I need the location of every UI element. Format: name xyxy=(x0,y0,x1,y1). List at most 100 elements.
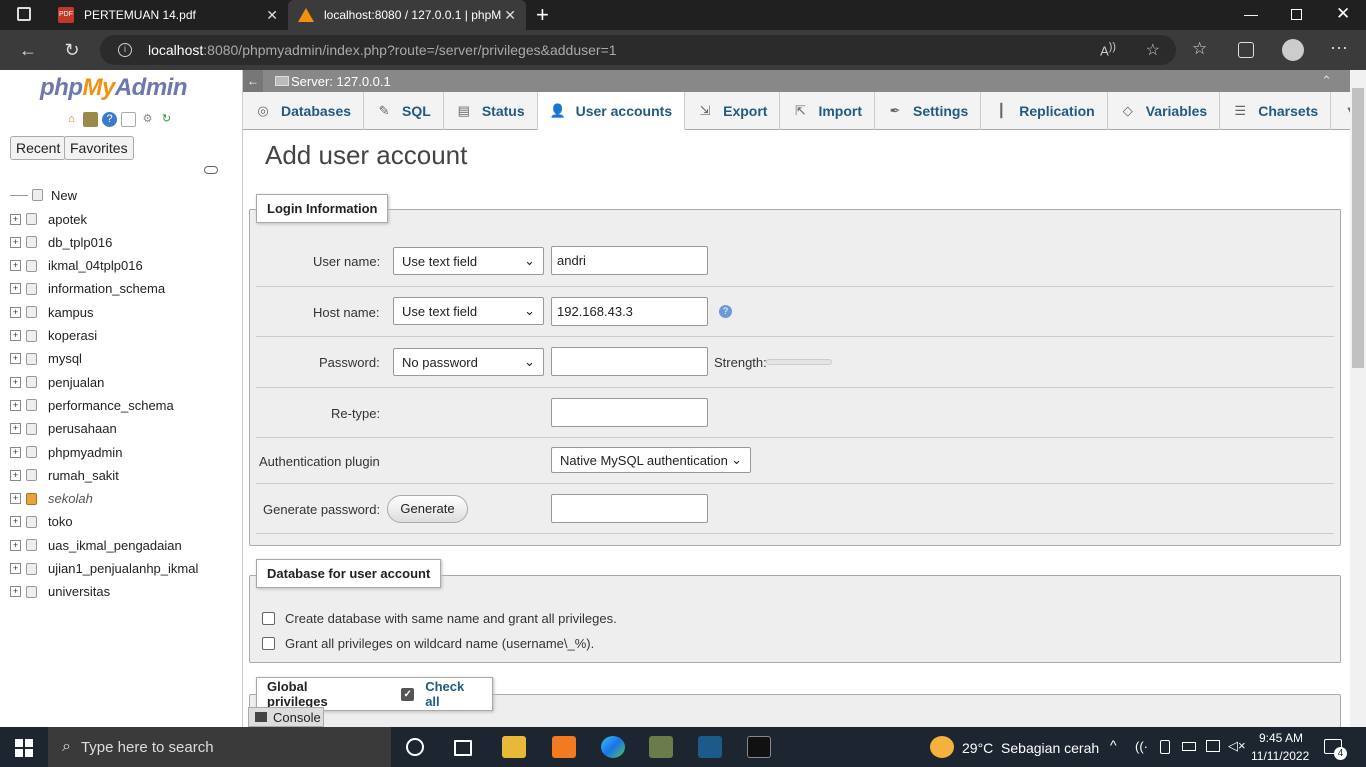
tray-chevron-icon[interactable]: ^ xyxy=(1110,737,1117,753)
tree-db-item[interactable]: + kampus xyxy=(10,302,94,322)
expand-icon[interactable]: + xyxy=(10,306,21,318)
tree-db-item[interactable]: + toko xyxy=(10,512,73,532)
browser-tab-phpmyadmin[interactable]: localhost:8080 / 127.0.0.1 | phpM ✕ xyxy=(288,0,526,30)
expand-icon[interactable]: + xyxy=(10,376,21,388)
scrollbar-thumb[interactable] xyxy=(1352,88,1364,368)
expand-icon[interactable]: + xyxy=(10,493,21,505)
profile-avatar[interactable] xyxy=(1282,39,1304,61)
new-tab-button[interactable]: + xyxy=(536,2,549,28)
reload-icon[interactable]: ↻ xyxy=(159,112,174,127)
tab-charsets[interactable]: ☰ Charsets xyxy=(1220,92,1332,130)
tab-status[interactable]: ▤ Status xyxy=(444,92,538,130)
tree-db-item[interactable]: + apotek xyxy=(10,209,87,229)
battery-icon[interactable] xyxy=(1182,742,1196,751)
read-aloud-icon[interactable]: A)) xyxy=(1100,41,1116,58)
username-input[interactable]: andri xyxy=(551,246,708,275)
close-icon[interactable]: ✕ xyxy=(266,7,278,24)
file-explorer-icon[interactable] xyxy=(502,736,526,758)
phpmyadmin-logo[interactable]: phpMyAdmin xyxy=(40,74,188,102)
server-label[interactable]: Server: 127.0.0.1 xyxy=(291,74,391,89)
tree-db-item[interactable]: + db_tplp016 xyxy=(10,232,112,252)
close-window-icon[interactable]: ✕ xyxy=(1336,4,1350,24)
restore-icon[interactable] xyxy=(1291,9,1302,20)
add-favorite-icon[interactable]: ☆ xyxy=(1146,40,1160,60)
weather-icon[interactable] xyxy=(930,736,954,758)
check-all-label[interactable]: Check all xyxy=(425,679,482,709)
display-icon[interactable] xyxy=(1206,740,1220,752)
create-database-checkbox[interactable] xyxy=(262,612,275,625)
collapse-up-icon[interactable]: ⌃ xyxy=(1321,73,1332,89)
tree-db-item[interactable]: + information_schema xyxy=(10,279,165,299)
tree-new[interactable]: New xyxy=(10,185,77,205)
tree-db-item[interactable]: + uas_ikmal_pengadaian xyxy=(10,535,182,555)
mysql-workbench-icon[interactable] xyxy=(698,736,722,758)
terminal-icon[interactable] xyxy=(747,736,771,758)
url-field[interactable]: i localhost:8080/phpmyadmin/index.php?ro… xyxy=(100,35,1176,65)
settings-icon[interactable]: ⚙ xyxy=(140,112,155,127)
expand-icon[interactable]: + xyxy=(10,330,21,341)
generated-password-input[interactable] xyxy=(551,494,708,523)
tab-variables[interactable]: ◇ Variables xyxy=(1108,92,1221,130)
help-icon[interactable]: ? xyxy=(719,305,732,318)
expand-icon[interactable]: + xyxy=(10,236,21,248)
expand-icon[interactable]: + xyxy=(10,353,21,365)
expand-icon[interactable]: + xyxy=(10,283,21,295)
expand-icon[interactable]: + xyxy=(10,539,21,551)
weather-text[interactable]: 29°C Sebagian cerah xyxy=(962,740,1099,756)
retype-input[interactable] xyxy=(551,398,708,427)
info-icon[interactable]: i xyxy=(118,43,132,57)
clock-date[interactable]: 11/11/2022 xyxy=(1251,749,1309,763)
windows-start-icon[interactable] xyxy=(15,739,33,757)
tree-db-item[interactable]: + koperasi xyxy=(10,326,97,346)
tree-db-item[interactable]: + rumah_sakit xyxy=(10,465,119,485)
logout-icon[interactable] xyxy=(83,112,98,127)
xampp-icon[interactable] xyxy=(552,736,576,758)
minimize-icon[interactable]: — xyxy=(1244,6,1258,22)
expand-icon[interactable]: + xyxy=(10,213,21,225)
expand-icon[interactable]: + xyxy=(10,586,21,598)
hostname-input[interactable]: 192.168.43.3 xyxy=(551,297,708,326)
expand-icon[interactable]: + xyxy=(10,399,21,411)
tab-replication[interactable]: ┃ Replication xyxy=(981,92,1108,130)
wildcard-privileges-label[interactable]: Grant all privileges on wildcard name (u… xyxy=(285,636,594,651)
task-view-icon[interactable] xyxy=(454,740,472,756)
taskbar-search[interactable]: ⌕ Type here to search xyxy=(48,727,391,767)
recent-button[interactable]: Recent xyxy=(10,136,67,160)
tab-export[interactable]: ⇲ Export xyxy=(685,92,781,130)
help-icon[interactable]: ? xyxy=(102,112,117,127)
password-mode-select[interactable]: No password ⌄ xyxy=(393,348,544,376)
expand-icon[interactable]: + xyxy=(10,516,21,528)
edge-icon[interactable] xyxy=(601,736,625,758)
create-database-label[interactable]: Create database with same name and grant… xyxy=(285,611,617,626)
tree-db-item[interactable]: + mysql xyxy=(10,349,82,369)
hostname-mode-select[interactable]: Use text field ⌄ xyxy=(393,297,544,325)
tree-db-item[interactable]: + ikmal_04tplp016 xyxy=(10,256,143,276)
tab-databases[interactable]: ◎ Databases xyxy=(243,92,365,130)
favorites-icon[interactable]: ☆ xyxy=(1192,39,1207,59)
tree-db-item[interactable]: + sekolah xyxy=(10,489,93,509)
tab-actions-icon[interactable] xyxy=(17,7,31,21)
refresh-icon[interactable]: ↻ xyxy=(50,40,94,61)
back-icon[interactable]: ← xyxy=(6,40,50,61)
browser-tab-pdf[interactable]: PDF PERTEMUAN 14.pdf ✕ xyxy=(48,0,288,30)
tree-db-item[interactable]: + penjualan xyxy=(10,372,104,392)
check-all-checkbox[interactable]: ✓ xyxy=(401,687,415,701)
tools-icon[interactable] xyxy=(649,736,673,758)
password-input[interactable] xyxy=(551,347,708,376)
volume-mute-icon[interactable]: ◁× xyxy=(1228,738,1246,754)
collapse-icon[interactable]: ← xyxy=(243,70,263,92)
link-icon[interactable] xyxy=(204,166,218,174)
expand-icon[interactable]: + xyxy=(10,423,21,435)
expand-icon[interactable]: + xyxy=(10,260,21,272)
tree-db-item[interactable]: + performance_schema xyxy=(10,395,174,415)
cortana-icon[interactable] xyxy=(406,738,424,756)
expand-icon[interactable]: + xyxy=(10,469,21,481)
tab-sql[interactable]: ✎ SQL xyxy=(364,92,444,130)
more-menu-icon[interactable]: ··· xyxy=(1330,37,1348,58)
username-mode-select[interactable]: Use text field ⌄ xyxy=(393,247,544,275)
docs-icon[interactable] xyxy=(121,112,136,127)
tab-user-accounts[interactable]: 👤 User accounts xyxy=(537,92,686,130)
tree-db-item[interactable]: + perusahaan xyxy=(10,419,117,439)
tab-import[interactable]: ⇱ Import xyxy=(780,92,876,130)
device-icon[interactable] xyxy=(1160,740,1170,754)
